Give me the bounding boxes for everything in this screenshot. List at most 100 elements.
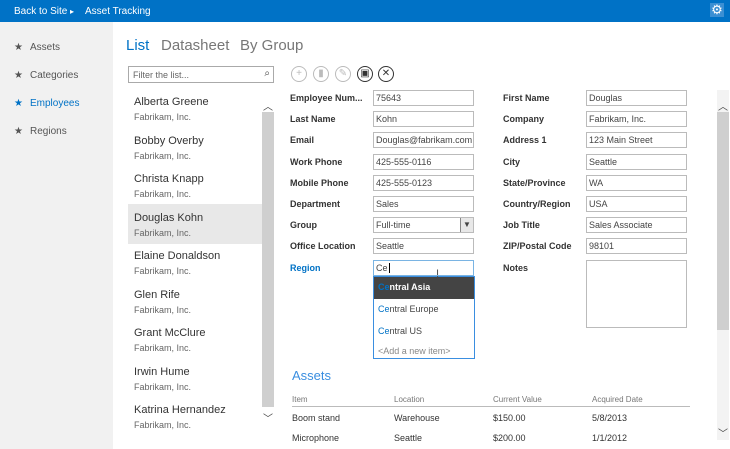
sidebar-item-label: Regions — [30, 126, 67, 137]
save-button[interactable]: ▣ — [357, 66, 373, 82]
region-option[interactable]: Central Europe — [374, 299, 474, 321]
country-region-input[interactable]: USA — [586, 196, 687, 212]
field-value: 75643 — [376, 93, 402, 103]
list-item[interactable]: Elaine Donaldson Fabrikam, Inc. — [128, 242, 262, 282]
table-cell: $150.00 — [493, 413, 526, 423]
tab-by-group[interactable]: By Group — [240, 37, 303, 54]
delete-button[interactable]: ▮ — [313, 66, 329, 82]
star-icon: ★ — [14, 98, 23, 109]
field-value: WA — [589, 177, 604, 188]
column-header[interactable]: Location — [394, 395, 424, 404]
field-value: Douglas — [589, 93, 623, 103]
field-value: 425-555-0116 — [376, 156, 432, 167]
sidebar-item-label: Employees — [30, 98, 80, 109]
zip-postal-code-input[interactable]: 98101 — [586, 238, 687, 255]
company-input[interactable]: Fabrikam, Inc. — [586, 111, 687, 128]
scroll-up-icon[interactable]: ︿ — [262, 98, 274, 113]
employee-name: Alberta Greene — [134, 96, 209, 108]
state-province-input[interactable]: WA — [586, 174, 687, 191]
employee-name: Bobby Overby — [134, 134, 204, 147]
employee-company: Fabrikam, Inc. — [134, 381, 192, 392]
table-cell[interactable]: Boom stand — [292, 413, 340, 423]
scroll-down-icon[interactable]: ﹀ — [262, 410, 274, 425]
star-icon: ★ — [14, 42, 23, 53]
field-label-work-phone: Work Phone — [290, 156, 343, 167]
field-value: 123 Main Street — [589, 135, 653, 146]
table-cell: 5/8/2013 — [592, 413, 628, 423]
work-phone-input[interactable]: 425-555-0116 — [373, 153, 474, 170]
field-label-employee-num: Employee Num... — [290, 93, 363, 103]
table-cell: 1/1/2012 — [592, 433, 628, 443]
column-header[interactable]: Acquired Date — [592, 395, 643, 404]
field-label-last-name: Last Name — [290, 114, 336, 125]
field-value: Seattle — [376, 241, 405, 252]
group-select[interactable]: Full-time ▼ — [373, 217, 474, 234]
sidebar-item-regions[interactable]: ★ Regions — [14, 126, 67, 137]
list-scrollbar-thumb[interactable] — [262, 112, 274, 407]
sidebar-item-categories[interactable]: ★ Categories — [14, 70, 78, 81]
cancel-button[interactable]: ✕ — [378, 66, 394, 82]
field-label-company: Company — [503, 114, 545, 125]
form-scrollbar-thumb[interactable] — [717, 112, 729, 330]
breadcrumb-separator-icon: ▸ — [70, 7, 75, 16]
city-input[interactable]: Seattle — [586, 153, 687, 170]
list-item[interactable]: Alberta Greene Fabrikam, Inc. — [128, 88, 262, 128]
employee-name: Christa Knapp — [134, 173, 204, 185]
office-location-input[interactable]: Seattle — [373, 238, 474, 255]
field-label-zip-postal-code: ZIP/Postal Code — [503, 241, 572, 252]
employee-company: Fabrikam, Inc. — [134, 420, 192, 430]
department-input[interactable]: Sales — [373, 196, 474, 212]
table-cell[interactable]: Microphone — [292, 433, 339, 443]
list-item[interactable]: Bobby Overby Fabrikam, Inc. — [128, 127, 262, 167]
field-label-city: City — [503, 156, 521, 167]
first-name-input[interactable]: Douglas — [586, 90, 687, 106]
filter-input[interactable]: Filter the list... ⌕ — [128, 66, 274, 83]
text-caret — [388, 262, 390, 273]
add-new-item-option[interactable]: <Add a new item> — [374, 343, 474, 359]
job-title-input[interactable]: Sales Associate — [586, 217, 687, 234]
field-value: USA — [589, 199, 608, 209]
field-label-group: Group — [290, 220, 317, 231]
notes-textarea[interactable] — [586, 259, 687, 328]
scroll-up-icon[interactable]: ︿ — [717, 98, 729, 113]
mobile-phone-input[interactable]: 425-555-0123 — [373, 174, 474, 191]
last-name-input[interactable]: Kohn — [373, 111, 474, 128]
list-item[interactable]: Irwin Hume Fabrikam, Inc. — [128, 358, 262, 398]
scroll-down-icon[interactable]: ﹀ — [717, 425, 729, 440]
sidebar-item-assets[interactable]: ★ Assets — [14, 42, 60, 53]
tab-datasheet[interactable]: Datasheet — [161, 37, 229, 54]
add-button[interactable]: + — [291, 66, 307, 82]
sidebar-item-employees[interactable]: ★ Employees — [14, 98, 79, 109]
column-header[interactable]: Item — [292, 395, 308, 404]
region-option[interactable]: Central US — [374, 321, 474, 343]
employee-num-input[interactable]: 75643 — [373, 90, 474, 106]
list-item[interactable]: Douglas Kohn Fabrikam, Inc. — [128, 203, 262, 244]
region-input[interactable]: Ce — [373, 259, 474, 276]
region-option[interactable]: Central Asia — [374, 277, 474, 299]
list-item[interactable]: Glen Rife Fabrikam, Inc. — [128, 281, 262, 321]
field-label-job-title: Job Title — [503, 220, 540, 231]
employee-name: Irwin Hume — [134, 365, 190, 378]
back-to-site-link[interactable]: Back to Site — [14, 6, 67, 17]
edit-button[interactable]: ✎ — [335, 66, 351, 82]
address-1-input[interactable]: 123 Main Street — [586, 132, 687, 149]
list-item[interactable]: Christa Knapp Fabrikam, Inc. — [128, 165, 262, 205]
list-item[interactable]: Grant McClure Fabrikam, Inc. — [128, 319, 262, 359]
column-header[interactable]: Current Value — [493, 395, 542, 404]
email-input[interactable]: Douglas@fabrikam.com — [373, 132, 474, 149]
field-value: Seattle — [589, 156, 618, 167]
list-item[interactable]: Katrina Hernandez Fabrikam, Inc. — [128, 396, 262, 436]
field-value: Sales — [376, 199, 399, 209]
table-cell: Seattle — [394, 433, 423, 443]
search-icon[interactable]: ⌕ — [264, 68, 270, 79]
gear-icon[interactable]: ⚙ — [710, 3, 724, 17]
field-value: Full-time — [376, 220, 411, 231]
field-label-email: Email — [290, 135, 315, 146]
employee-company: Fabrikam, Inc. — [134, 189, 192, 199]
chevron-down-icon[interactable]: ▼ — [460, 218, 473, 233]
employee-company: Fabrikam, Inc. — [134, 266, 192, 276]
table-cell: $200.00 — [493, 433, 526, 443]
app-title: Asset Tracking — [85, 6, 151, 17]
tab-list[interactable]: List — [126, 37, 149, 54]
field-label-country-region: Country/Region — [503, 199, 571, 209]
